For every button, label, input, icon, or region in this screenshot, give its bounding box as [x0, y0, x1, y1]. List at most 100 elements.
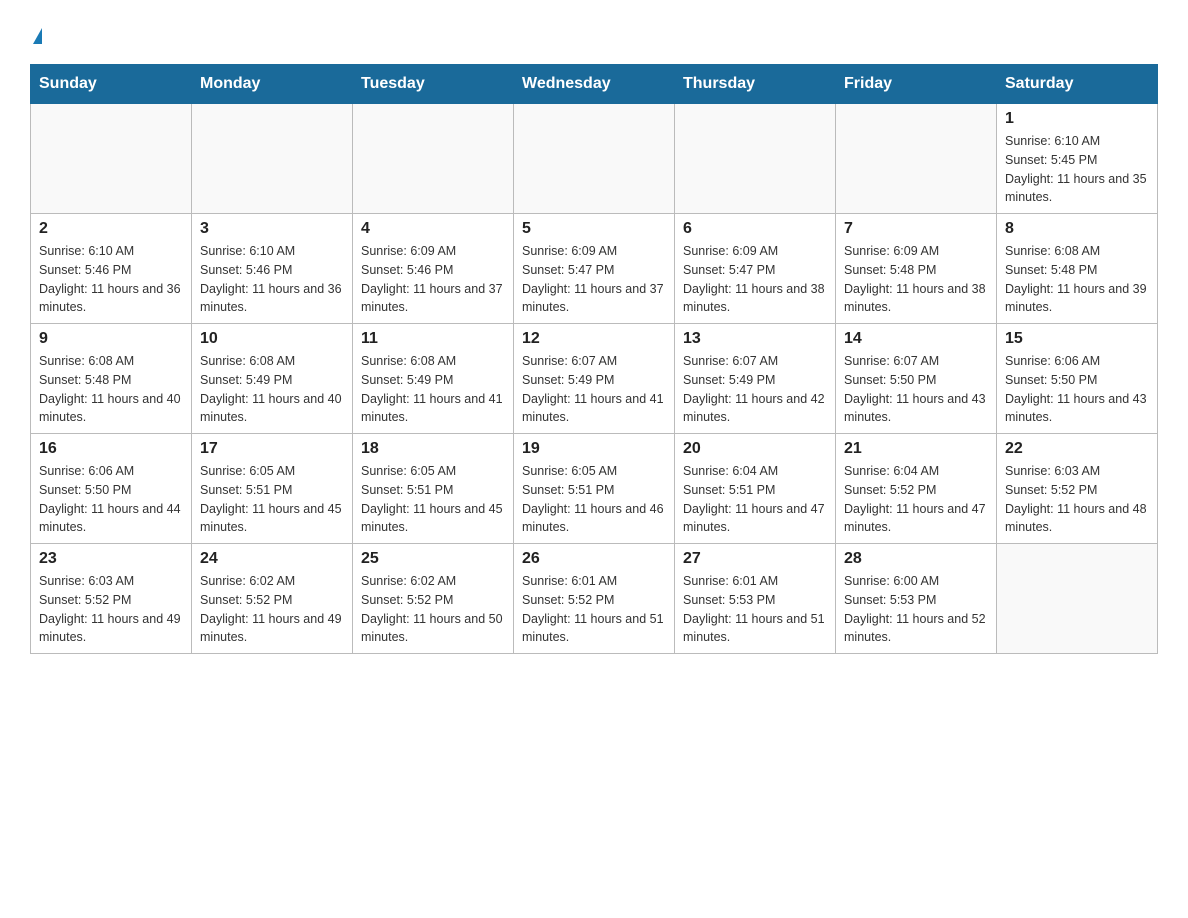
day-info: Sunrise: 6:09 AMSunset: 5:47 PMDaylight:…: [522, 242, 666, 317]
calendar-cell: [192, 104, 353, 214]
calendar-cell: 22 Sunrise: 6:03 AMSunset: 5:52 PMDayligh…: [997, 434, 1158, 544]
day-info: Sunrise: 6:01 AMSunset: 5:53 PMDaylight:…: [683, 572, 827, 647]
day-number: 24: [200, 550, 344, 568]
week-row-1: 1 Sunrise: 6:10 AMSunset: 5:45 PMDaylight…: [31, 104, 1158, 214]
calendar-cell: 25Sunrise: 6:02 AMSunset: 5:52 PMDayligh…: [353, 544, 514, 654]
calendar-cell: 21 Sunrise: 6:04 AMSunset: 5:52 PMDayligh…: [836, 434, 997, 544]
calendar-table: SundayMondayTuesdayWednesdayThursdayFrid…: [30, 64, 1158, 654]
day-info: Sunrise: 6:04 AMSunset: 5:51 PMDaylight:…: [683, 462, 827, 537]
calendar-cell: 2 Sunrise: 6:10 AMSunset: 5:46 PMDaylight…: [31, 214, 192, 324]
day-number: 26: [522, 550, 666, 568]
day-info: Sunrise: 6:07 AMSunset: 5:49 PMDaylight:…: [522, 352, 666, 427]
day-number: 20: [683, 440, 827, 458]
calendar-cell: 11 Sunrise: 6:08 AMSunset: 5:49 PMDayligh…: [353, 324, 514, 434]
calendar-cell: 18 Sunrise: 6:05 AMSunset: 5:51 PMDayligh…: [353, 434, 514, 544]
week-row-5: 23 Sunrise: 6:03 AMSunset: 5:52 PMDayligh…: [31, 544, 1158, 654]
logo: [30, 28, 42, 46]
calendar-cell: [353, 104, 514, 214]
logo-triangle-icon: [33, 28, 42, 44]
day-number: 9: [39, 330, 183, 348]
calendar-cell: 8 Sunrise: 6:08 AMSunset: 5:48 PMDaylight…: [997, 214, 1158, 324]
weekday-header-monday: Monday: [192, 65, 353, 104]
calendar-cell: 4 Sunrise: 6:09 AMSunset: 5:46 PMDaylight…: [353, 214, 514, 324]
calendar-cell: 14 Sunrise: 6:07 AMSunset: 5:50 PMDayligh…: [836, 324, 997, 434]
day-number: 14: [844, 330, 988, 348]
day-number: 8: [1005, 220, 1149, 238]
weekday-header-saturday: Saturday: [997, 65, 1158, 104]
calendar-cell: [997, 544, 1158, 654]
calendar-cell: 23 Sunrise: 6:03 AMSunset: 5:52 PMDayligh…: [31, 544, 192, 654]
calendar-cell: 12 Sunrise: 6:07 AMSunset: 5:49 PMDayligh…: [514, 324, 675, 434]
calendar-cell: [675, 104, 836, 214]
weekday-header-thursday: Thursday: [675, 65, 836, 104]
day-info: Sunrise: 6:08 AMSunset: 5:49 PMDaylight:…: [200, 352, 344, 427]
day-number: 10: [200, 330, 344, 348]
week-row-4: 16 Sunrise: 6:06 AMSunset: 5:50 PMDayligh…: [31, 434, 1158, 544]
day-number: 16: [39, 440, 183, 458]
calendar-cell: 28Sunrise: 6:00 AMSunset: 5:53 PMDayligh…: [836, 544, 997, 654]
calendar-cell: 10 Sunrise: 6:08 AMSunset: 5:49 PMDayligh…: [192, 324, 353, 434]
day-number: 27: [683, 550, 827, 568]
calendar-cell: [836, 104, 997, 214]
day-number: 18: [361, 440, 505, 458]
day-info: Sunrise: 6:08 AMSunset: 5:48 PMDaylight:…: [1005, 242, 1149, 317]
day-number: 4: [361, 220, 505, 238]
calendar-cell: 5 Sunrise: 6:09 AMSunset: 5:47 PMDaylight…: [514, 214, 675, 324]
calendar-cell: 9 Sunrise: 6:08 AMSunset: 5:48 PMDaylight…: [31, 324, 192, 434]
calendar-cell: 15Sunrise: 6:06 AMSunset: 5:50 PMDayligh…: [997, 324, 1158, 434]
day-info: Sunrise: 6:07 AMSunset: 5:50 PMDaylight:…: [844, 352, 988, 427]
day-number: 21: [844, 440, 988, 458]
day-info: Sunrise: 6:05 AMSunset: 5:51 PMDaylight:…: [361, 462, 505, 537]
day-info: Sunrise: 6:08 AMSunset: 5:48 PMDaylight:…: [39, 352, 183, 427]
day-number: 12: [522, 330, 666, 348]
day-number: 11: [361, 330, 505, 348]
day-number: 19: [522, 440, 666, 458]
day-info: Sunrise: 6:10 AMSunset: 5:46 PMDaylight:…: [39, 242, 183, 317]
day-info: Sunrise: 6:05 AMSunset: 5:51 PMDaylight:…: [522, 462, 666, 537]
day-info: Sunrise: 6:10 AMSunset: 5:46 PMDaylight:…: [200, 242, 344, 317]
day-number: 17: [200, 440, 344, 458]
day-number: 15: [1005, 330, 1149, 348]
week-row-2: 2 Sunrise: 6:10 AMSunset: 5:46 PMDaylight…: [31, 214, 1158, 324]
day-info: Sunrise: 6:01 AMSunset: 5:52 PMDaylight:…: [522, 572, 666, 647]
day-number: 13: [683, 330, 827, 348]
calendar-cell: 1 Sunrise: 6:10 AMSunset: 5:45 PMDaylight…: [997, 104, 1158, 214]
day-info: Sunrise: 6:08 AMSunset: 5:49 PMDaylight:…: [361, 352, 505, 427]
day-number: 6: [683, 220, 827, 238]
calendar-cell: 20 Sunrise: 6:04 AMSunset: 5:51 PMDayligh…: [675, 434, 836, 544]
day-info: Sunrise: 6:03 AMSunset: 5:52 PMDaylight:…: [39, 572, 183, 647]
weekday-header-friday: Friday: [836, 65, 997, 104]
calendar-cell: 7Sunrise: 6:09 AMSunset: 5:48 PMDaylight…: [836, 214, 997, 324]
day-number: 5: [522, 220, 666, 238]
day-number: 23: [39, 550, 183, 568]
day-number: 22: [1005, 440, 1149, 458]
calendar-cell: 3 Sunrise: 6:10 AMSunset: 5:46 PMDaylight…: [192, 214, 353, 324]
calendar-cell: 24 Sunrise: 6:02 AMSunset: 5:52 PMDayligh…: [192, 544, 353, 654]
day-info: Sunrise: 6:09 AMSunset: 5:48 PMDaylight:…: [844, 242, 988, 317]
day-number: 1: [1005, 110, 1149, 128]
day-info: Sunrise: 6:06 AMSunset: 5:50 PMDaylight:…: [39, 462, 183, 537]
day-number: 2: [39, 220, 183, 238]
day-number: 3: [200, 220, 344, 238]
day-info: Sunrise: 6:09 AMSunset: 5:47 PMDaylight:…: [683, 242, 827, 317]
day-info: Sunrise: 6:09 AMSunset: 5:46 PMDaylight:…: [361, 242, 505, 317]
day-info: Sunrise: 6:04 AMSunset: 5:52 PMDaylight:…: [844, 462, 988, 537]
weekday-header-wednesday: Wednesday: [514, 65, 675, 104]
calendar-cell: 17 Sunrise: 6:05 AMSunset: 5:51 PMDayligh…: [192, 434, 353, 544]
weekday-header-sunday: Sunday: [31, 65, 192, 104]
calendar-cell: 6 Sunrise: 6:09 AMSunset: 5:47 PMDaylight…: [675, 214, 836, 324]
calendar-cell: [514, 104, 675, 214]
calendar-cell: 16 Sunrise: 6:06 AMSunset: 5:50 PMDayligh…: [31, 434, 192, 544]
day-info: Sunrise: 6:05 AMSunset: 5:51 PMDaylight:…: [200, 462, 344, 537]
weekday-header-tuesday: Tuesday: [353, 65, 514, 104]
calendar-cell: 26 Sunrise: 6:01 AMSunset: 5:52 PMDayligh…: [514, 544, 675, 654]
day-info: Sunrise: 6:02 AMSunset: 5:52 PMDaylight:…: [200, 572, 344, 647]
calendar-cell: 13 Sunrise: 6:07 AMSunset: 5:49 PMDayligh…: [675, 324, 836, 434]
calendar-cell: 27 Sunrise: 6:01 AMSunset: 5:53 PMDayligh…: [675, 544, 836, 654]
day-info: Sunrise: 6:07 AMSunset: 5:49 PMDaylight:…: [683, 352, 827, 427]
day-info: Sunrise: 6:02 AMSunset: 5:52 PMDaylight:…: [361, 572, 505, 647]
day-info: Sunrise: 6:10 AMSunset: 5:45 PMDaylight:…: [1005, 132, 1149, 207]
calendar-cell: [31, 104, 192, 214]
day-info: Sunrise: 6:00 AMSunset: 5:53 PMDaylight:…: [844, 572, 988, 647]
day-info: Sunrise: 6:03 AMSunset: 5:52 PMDaylight:…: [1005, 462, 1149, 537]
